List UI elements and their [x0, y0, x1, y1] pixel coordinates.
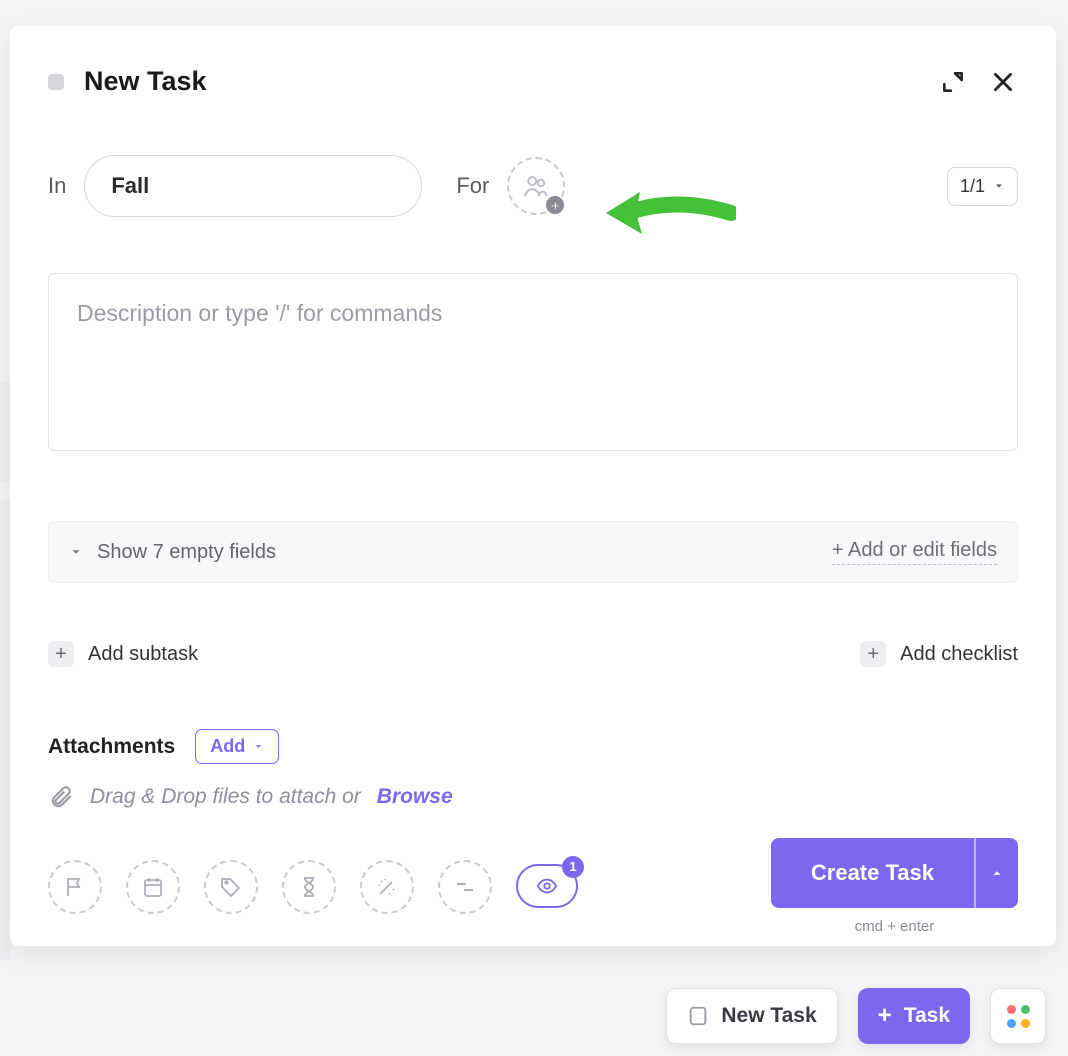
custom-fields-toggle[interactable]: Show 7 empty fields + Add or edit fields — [48, 521, 1018, 583]
plus-icon: + — [860, 641, 886, 667]
attachment-dropzone[interactable]: Drag & Drop files to attach or Browse — [48, 784, 1018, 810]
task-count: 1/1 — [960, 176, 985, 197]
apps-icon — [1007, 1005, 1030, 1028]
apps-floating-button[interactable] — [990, 988, 1046, 1044]
dependency-icon — [453, 875, 477, 899]
task-status-indicator[interactable] — [48, 74, 64, 90]
chevron-down-icon — [69, 545, 83, 559]
show-fields-label: Show 7 empty fields — [97, 541, 276, 564]
chevron-down-icon — [993, 180, 1005, 192]
add-attachment-label: Add — [210, 736, 245, 757]
keyboard-hint: cmd + enter — [771, 918, 1018, 935]
dependency-option[interactable] — [438, 860, 492, 914]
description-placeholder: Description or type '/' for commands — [77, 300, 442, 326]
estimate-option[interactable] — [282, 860, 336, 914]
watchers-option[interactable]: 1 — [516, 864, 578, 908]
expand-icon[interactable] — [938, 67, 968, 97]
plus-icon: + — [878, 1002, 892, 1030]
browse-link[interactable]: Browse — [377, 785, 453, 809]
add-subtask-label: Add subtask — [88, 643, 198, 666]
chevron-down-icon — [253, 741, 264, 752]
modal-title[interactable]: New Task — [84, 66, 918, 97]
paperclip-icon — [48, 784, 74, 810]
dropzone-hint: Drag & Drop files to attach or — [90, 785, 361, 809]
eye-icon — [532, 875, 562, 897]
task-count-selector[interactable]: 1/1 — [947, 167, 1018, 206]
close-icon[interactable] — [988, 67, 1018, 97]
new-task-floating-button[interactable]: + Task — [858, 988, 970, 1044]
minimized-new-task-chip[interactable]: New Task — [666, 988, 837, 1044]
wand-icon — [375, 875, 399, 899]
list-selector[interactable]: Fall — [84, 155, 422, 217]
description-input[interactable]: Description or type '/' for commands — [48, 273, 1018, 451]
for-label: For — [456, 173, 489, 199]
sprint-option[interactable] — [360, 860, 414, 914]
watchers-count: 1 — [562, 856, 584, 878]
list-name: Fall — [111, 173, 149, 199]
add-checklist-button[interactable]: + Add checklist — [860, 641, 1018, 667]
tags-option[interactable] — [204, 860, 258, 914]
plus-icon: + — [546, 196, 564, 214]
create-task-dropdown[interactable] — [974, 838, 1018, 908]
plus-icon: + — [48, 641, 74, 667]
task-button-label: Task — [904, 1004, 950, 1028]
minimized-chip-label: New Task — [721, 1004, 816, 1028]
in-label: In — [48, 173, 66, 199]
add-attachment-button[interactable]: Add — [195, 729, 279, 764]
new-task-modal: New Task In Fall For + 1/1 Description o… — [10, 26, 1056, 946]
chevron-up-icon — [990, 866, 1004, 880]
create-task-button[interactable]: Create Task — [771, 838, 974, 908]
add-subtask-button[interactable]: + Add subtask — [48, 641, 198, 667]
date-option[interactable] — [126, 860, 180, 914]
flag-icon — [63, 875, 87, 899]
task-icon — [687, 1005, 709, 1027]
attachments-title: Attachments — [48, 735, 175, 759]
calendar-icon — [141, 875, 165, 899]
priority-option[interactable] — [48, 860, 102, 914]
add-checklist-label: Add checklist — [900, 643, 1018, 666]
assignee-picker[interactable]: + — [507, 157, 565, 215]
tag-icon — [219, 875, 243, 899]
hourglass-icon — [297, 875, 321, 899]
add-edit-fields-link[interactable]: + Add or edit fields — [832, 539, 997, 565]
